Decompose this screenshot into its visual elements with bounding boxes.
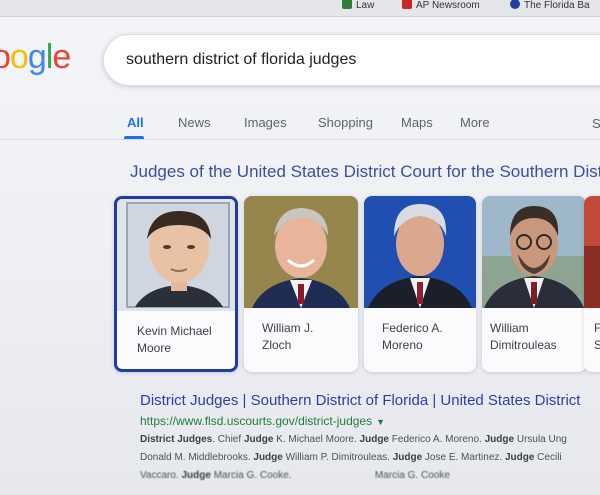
tab-more[interactable]: More (460, 115, 490, 130)
judge-photo (584, 196, 600, 308)
result-snippet-line: Donald M. Middlebrooks. Judge William P.… (140, 452, 562, 463)
tab-shopping[interactable]: Shopping (318, 115, 373, 130)
bookmarks-bar: Law AP Newsroom The Florida Ba (0, 0, 600, 17)
ap-icon (402, 0, 412, 9)
judge-photo (117, 199, 235, 311)
bookmark-law[interactable]: Law (342, 0, 374, 11)
tab-all[interactable]: All (127, 115, 144, 130)
snippet-bold-text: Judge (253, 452, 283, 463)
snippet-bold-text: Judge (392, 452, 423, 463)
bookmark-ap-newsroom[interactable]: AP Newsroom (402, 0, 480, 11)
judge-name: William Dimitrouleas (490, 321, 557, 352)
judge-card[interactable]: Federico A. Moreno (364, 196, 476, 372)
judge-name: F Se (594, 321, 600, 352)
carousel-title[interactable]: Judges of the United States District Cou… (130, 162, 600, 182)
judge-name: William J. Zloch (262, 321, 314, 352)
law-icon (342, 0, 352, 9)
google-logo[interactable]: oogle (0, 38, 71, 77)
result-snippet-line: Vaccaro. Judge Marcia G. Cooke. Marcia G… (140, 470, 450, 481)
browser-viewport: Law AP Newsroom The Florida Ba oogle sou… (0, 0, 600, 495)
bookmark-florida-bar[interactable]: The Florida Ba (510, 0, 590, 11)
snippet-text: Marcia G. Cooke (291, 470, 450, 481)
snippet-text: Jose E. Martinez. (422, 452, 505, 463)
snippet-text: K. Michael Moore. (273, 434, 360, 445)
tab-settings-partial[interactable]: S (592, 116, 600, 131)
snippet-text: Donald M. Middlebrooks. (140, 452, 254, 463)
snippet-text: Federico A. Moreno. (389, 434, 485, 445)
judge-photo (364, 196, 476, 308)
snippet-bold-text: Judge (181, 470, 211, 481)
tab-news[interactable]: News (178, 115, 211, 130)
result-snippet-line: District Judges. Chief Judge K. Michael … (140, 434, 567, 445)
judge-card[interactable]: Kevin Michael Moore (114, 196, 238, 372)
judge-name: Kevin Michael Moore (137, 324, 212, 355)
judge-photo (244, 196, 358, 308)
dropdown-arrow-icon[interactable]: ▼ (376, 417, 385, 427)
search-box[interactable]: southern district of florida judges (103, 34, 600, 86)
snippet-text: William P. Dimitrouleas. (282, 452, 393, 463)
snippet-bold-text: Judge (243, 434, 274, 445)
snippet-text: Vaccaro. (140, 470, 182, 481)
snippet-bold-text: Judge (504, 452, 535, 463)
judge-card[interactable]: William Dimitrouleas (482, 196, 586, 372)
snippet-text: . Chief (212, 434, 244, 445)
judge-card[interactable]: William J. Zloch (244, 196, 358, 372)
tabs-divider (0, 139, 600, 140)
judge-card[interactable]: F Se (584, 196, 600, 372)
result-title-link[interactable]: District Judges | Southern District of F… (140, 392, 580, 409)
result-url[interactable]: https://www.flsd.uscourts.gov/district-j… (140, 414, 385, 428)
judge-photo (482, 196, 586, 308)
snippet-bold-text: District Judges (140, 434, 213, 445)
florida-bar-icon (510, 0, 520, 9)
judge-name: Federico A. Moreno (382, 321, 443, 352)
snippet-text: Marcia G. Cooke. (210, 470, 292, 481)
snippet-bold-text: Judge (359, 434, 389, 445)
snippet-text: Cecili (534, 452, 562, 463)
snippet-text: Ursula Ung (514, 434, 567, 445)
snippet-bold-text: Judge (484, 434, 515, 445)
tab-maps[interactable]: Maps (401, 115, 433, 130)
tab-images[interactable]: Images (244, 115, 287, 130)
search-input[interactable]: southern district of florida judges (126, 51, 356, 69)
